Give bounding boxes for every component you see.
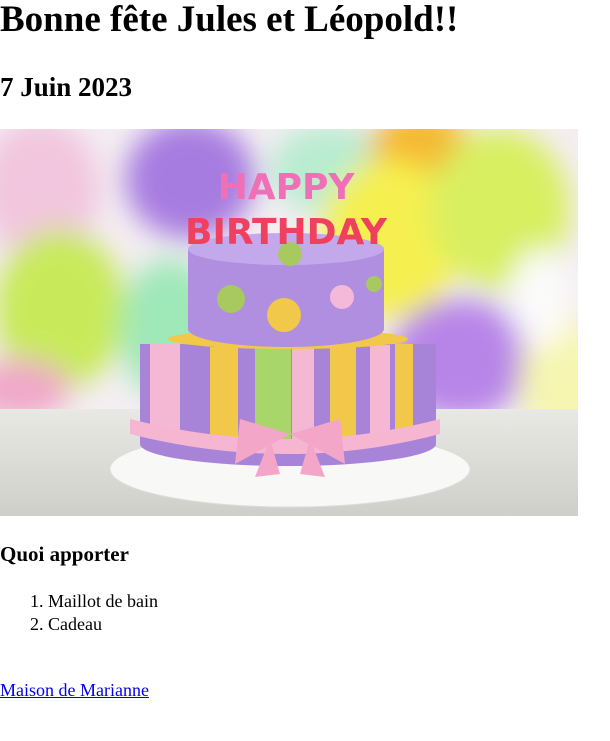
event-date: 7 Juin 2023 — [0, 72, 133, 102]
bring-heading: Quoi apporter — [0, 542, 129, 566]
happy-candle-letters: HAPPY — [218, 167, 356, 208]
list-item: Cadeau — [48, 613, 158, 636]
maison-de-marianne-link[interactable]: Maison de Marianne — [0, 679, 149, 702]
birthday-candle-letters: BIRTHDAY — [185, 212, 388, 253]
birthday-cake-image: HAPPY BIRTHDAY — [0, 129, 578, 516]
bring-list: Maillot de bain Cadeau — [0, 590, 158, 636]
list-item: Maillot de bain — [48, 590, 158, 613]
page-title: Bonne fête Jules et Léopold!! — [0, 0, 459, 40]
